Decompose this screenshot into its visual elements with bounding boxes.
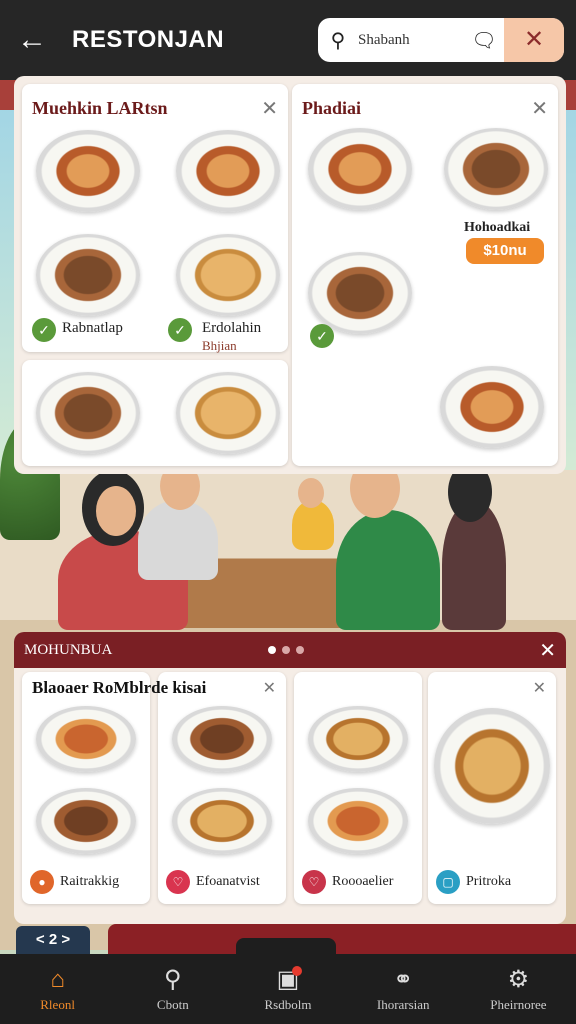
dish-category-icon: ● bbox=[30, 870, 54, 894]
dish-image[interactable] bbox=[308, 706, 408, 772]
diner-head-3 bbox=[298, 478, 324, 508]
diner-figure-2 bbox=[138, 500, 218, 580]
nav-label: Ihorarsian bbox=[376, 997, 430, 1012]
dish-card[interactable]: ✕ ♡ Efoanatvist bbox=[158, 672, 286, 904]
dish-image[interactable] bbox=[172, 706, 272, 772]
close-icon[interactable]: ✕ bbox=[533, 678, 546, 698]
notification-dot bbox=[292, 966, 303, 976]
dish-label: Efoanatvist bbox=[196, 874, 260, 889]
nav-label: Rleonl bbox=[40, 997, 75, 1012]
dish-image[interactable] bbox=[176, 372, 280, 454]
nav-label: Rsdbolm bbox=[264, 997, 312, 1012]
chat-bubble-icon[interactable]: 🗨 bbox=[464, 28, 504, 53]
bottom-navigation-bar: ⌂ Rleonl ⚲ Cbotn ▣ Rsdbolm ⚭ Ihorarsian … bbox=[0, 954, 576, 1024]
recommendation-panel: MOHUNBUA ✕ Blaoaer RoMblrde kisai ● Rait… bbox=[14, 632, 566, 924]
dish-image[interactable] bbox=[434, 708, 550, 824]
close-icon[interactable]: ✕ bbox=[261, 96, 278, 121]
section-subtitle: Blaoaer RoMblrde kisai bbox=[32, 678, 207, 697]
dish-label: Erdolahin bbox=[202, 320, 262, 336]
search-icon[interactable]: ⚲ bbox=[318, 28, 358, 53]
decorative-strip bbox=[108, 924, 576, 954]
menu-card-left[interactable]: Muehkin LARtsn ✕ ✓ Rabnatlap ✓ Erdolahin… bbox=[22, 84, 288, 353]
nav-label: Cbotn bbox=[156, 997, 189, 1012]
search-icon[interactable]: ⚲ bbox=[164, 965, 182, 995]
nav-item-home[interactable]: ⌂ Rleonl bbox=[0, 954, 115, 1024]
nav-item-chat[interactable]: ▣ Rsdbolm bbox=[230, 954, 345, 1024]
dish-image[interactable] bbox=[36, 234, 140, 316]
dish-image[interactable] bbox=[36, 372, 140, 454]
dish-label: Rabnatlap bbox=[62, 320, 123, 336]
app-title: RESTONJAN bbox=[72, 26, 225, 53]
dish-card[interactable]: ✕ ▢ Pritroka bbox=[428, 672, 556, 904]
dish-card[interactable]: ♡ Roooaelier bbox=[294, 672, 422, 904]
search-input[interactable]: Shabanh bbox=[358, 32, 464, 49]
price-item-name: Hohoadkai bbox=[464, 220, 531, 235]
close-icon[interactable]: ✕ bbox=[539, 638, 556, 663]
dish-label: Raitrakkig bbox=[60, 874, 120, 889]
dish-image[interactable] bbox=[308, 128, 412, 210]
dish-image[interactable] bbox=[176, 234, 280, 316]
card-title: Muehkin LARtsn bbox=[32, 98, 168, 118]
carousel-dot[interactable] bbox=[296, 646, 304, 654]
nav-label: Pheirnoree bbox=[490, 997, 547, 1012]
nav-item-people[interactable]: ⚭ Ihorarsian bbox=[346, 954, 461, 1024]
carousel-indicator[interactable] bbox=[268, 646, 304, 654]
diner-figure-4 bbox=[336, 510, 440, 630]
menu-cards-panel: Muehkin LARtsn ✕ ✓ Rabnatlap ✓ Erdolahin… bbox=[14, 76, 566, 474]
price-badge[interactable]: $10nu bbox=[466, 238, 544, 264]
close-icon[interactable]: ✕ bbox=[263, 678, 276, 698]
panel-header: MOHUNBUA ✕ bbox=[14, 632, 566, 668]
check-icon[interactable]: ✓ bbox=[32, 318, 56, 342]
settings-icon[interactable]: ⚙ bbox=[508, 965, 530, 995]
dish-image[interactable] bbox=[308, 788, 408, 854]
dish-label: Pritroka bbox=[466, 874, 512, 889]
card-title: Phadiai bbox=[302, 98, 362, 118]
check-icon[interactable]: ✓ bbox=[310, 324, 334, 348]
carousel-dot[interactable] bbox=[282, 646, 290, 654]
nav-item-settings[interactable]: ⚙ Pheirnoree bbox=[461, 954, 576, 1024]
menu-card-lower-left[interactable] bbox=[22, 360, 288, 466]
close-icon[interactable]: ✕ bbox=[531, 96, 548, 121]
dish-label: Roooaelier bbox=[332, 874, 394, 889]
check-icon[interactable]: ✓ bbox=[168, 318, 192, 342]
diner-face-1 bbox=[96, 486, 136, 536]
search-box[interactable]: ⚲ Shabanh 🗨 ✕ bbox=[318, 18, 564, 62]
dish-card[interactable]: ● Raitrakkig bbox=[22, 672, 150, 904]
dish-category-icon: ♡ bbox=[166, 870, 190, 894]
dish-image[interactable] bbox=[440, 366, 544, 448]
back-arrow-icon[interactable]: ← bbox=[12, 20, 52, 60]
dish-sublabel: Bhjian bbox=[202, 338, 237, 353]
dish-image[interactable] bbox=[176, 130, 280, 212]
top-app-bar: ← RESTONJAN ⚲ Shabanh 🗨 ✕ bbox=[0, 0, 576, 80]
dish-category-icon: ▢ bbox=[436, 870, 460, 894]
dish-image[interactable] bbox=[36, 706, 136, 772]
people-icon[interactable]: ⚭ bbox=[393, 965, 413, 995]
dish-image[interactable] bbox=[172, 788, 272, 854]
dish-image[interactable] bbox=[444, 128, 548, 210]
clear-icon[interactable]: ✕ bbox=[504, 18, 564, 62]
dish-image[interactable] bbox=[36, 788, 136, 854]
nav-item-search[interactable]: ⚲ Cbotn bbox=[115, 954, 230, 1024]
home-icon[interactable]: ⌂ bbox=[50, 965, 65, 995]
dish-image[interactable] bbox=[308, 252, 412, 334]
dish-image[interactable] bbox=[36, 130, 140, 212]
carousel-dot-active[interactable] bbox=[268, 646, 276, 654]
page-indicator[interactable]: < 2 > bbox=[16, 926, 90, 954]
menu-card-right[interactable]: Phadiai ✕ Hohoadkai $10nu ✓ bbox=[292, 84, 558, 466]
dish-category-icon: ♡ bbox=[302, 870, 326, 894]
